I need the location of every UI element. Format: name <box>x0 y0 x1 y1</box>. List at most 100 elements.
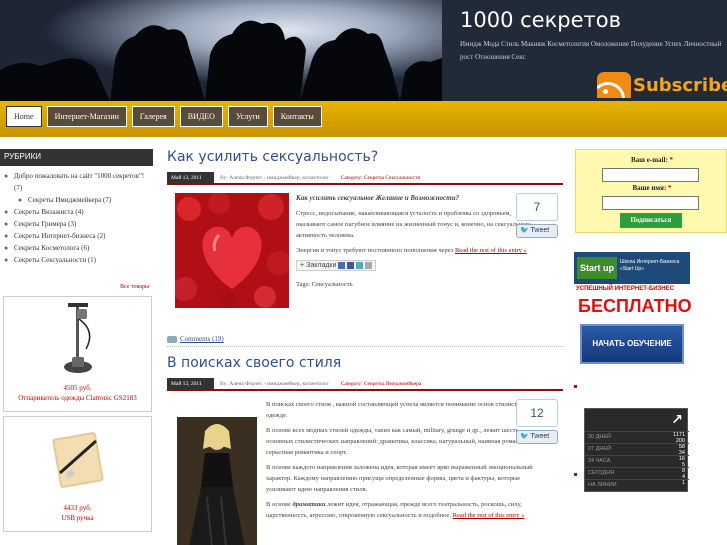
counter-row: 07 ДНЕЙ 58 34 <box>585 443 689 455</box>
post-emphasis: драматики <box>292 501 326 508</box>
nav-home[interactable]: Home <box>6 106 42 127</box>
post-title[interactable]: В поисках своего стиля <box>167 355 563 377</box>
divider <box>167 346 563 347</box>
bird-icon: 🐦 <box>520 227 529 234</box>
post-paragraph: Стресс, недосыпание, накапливающаяся уст… <box>296 210 531 239</box>
tweet-label: Tweet <box>530 433 550 440</box>
banner-header: Start up Школа Интернет-Бизнеса «Start U… <box>574 252 690 284</box>
category-link[interactable]: Добро пожаловать на сайт "1000 секретов"… <box>4 170 153 194</box>
counter-label: 07 ДНЕЙ <box>588 446 611 452</box>
visitor-counter-widget[interactable]: ↗ 30 ДНЕЙ 1171 200 07 ДНЕЙ 58 34 24 ЧАСА… <box>584 408 689 492</box>
read-more-link[interactable]: Read the rest of this entry » <box>453 512 525 519</box>
name-label: Ваше имя: * <box>576 184 727 192</box>
plus-icon: + <box>300 262 305 269</box>
post-paragraph: В поисках своего стиля , важной составля… <box>266 401 532 419</box>
post-paragraph: В основе всех модных стилей одежды, таки… <box>266 427 533 456</box>
startup-school-banner[interactable]: Start up Школа Интернет-Бизнеса «Start U… <box>574 252 692 366</box>
twitter-icon <box>356 262 364 269</box>
subscribe-submit-button[interactable]: Подписаться <box>620 213 682 228</box>
required-mark: * <box>669 156 674 164</box>
tweet-count: 12 <box>516 399 558 427</box>
vk-icon <box>338 262 346 269</box>
subscribe-form: Ваш e-mail: * Ваше имя: * Подписаться <box>575 149 727 233</box>
post-excerpt: Как усилить сексуальное Желание и Возмож… <box>296 193 532 290</box>
counter-label: НА ЛИНИИ <box>588 482 617 488</box>
comment-icon <box>167 335 177 343</box>
site-title[interactable]: 1000 секретов <box>460 8 621 32</box>
product-card[interactable]: 4433 руб. USB ручка <box>3 416 152 532</box>
email-label: Ваш e-mail: * <box>576 156 727 164</box>
post-date: Май 12, 2011 <box>167 378 214 390</box>
category-link[interactable]: Секреты Визажиста (4) <box>4 206 153 218</box>
tweet-count: 7 <box>516 193 558 221</box>
facebook-icon <box>347 262 355 269</box>
nav-contacts[interactable]: Контакты <box>272 106 322 127</box>
share-box: 12 🐦 Tweet <box>516 399 558 444</box>
required-mark: * <box>668 184 672 192</box>
name-field[interactable] <box>602 196 699 210</box>
left-sidebar: РУБРИКИ Добро пожаловать на сайт "1000 с… <box>0 149 153 536</box>
comments-link[interactable]: Comments (19) <box>167 335 224 343</box>
post-category[interactable]: Category: Секреты Сексуальности <box>341 175 421 181</box>
bookmark-button[interactable]: + Закладки <box>296 260 377 271</box>
heart-blood-cells-image <box>175 193 289 308</box>
post-paragraph-text: Энергия и тонус требуют постоянного попо… <box>296 247 454 254</box>
post-excerpt: В поисках своего стиля , важной составля… <box>266 399 536 525</box>
main-content: Как усилить сексуальность? Май 13, 2011 … <box>167 149 563 545</box>
categories-list: Добро пожаловать на сайт "1000 секретов"… <box>0 166 153 266</box>
startup-logo: Start up <box>577 257 617 279</box>
product-card[interactable]: 4505 руб. Отпариватель одежды Clatronic … <box>3 296 152 412</box>
counter-label: СЕГОДНЯ <box>588 470 615 476</box>
read-more-link[interactable]: Read the rest of this entry » <box>455 247 527 254</box>
banner-tagline: УСПЕШНЫЙ ИНТЕРНЕТ-БИЗНЕС <box>576 286 674 292</box>
product-name[interactable]: USB ручка <box>4 513 151 523</box>
page: 1000 секретов Имидж Мода Стиль Макияж Ко… <box>0 0 727 545</box>
subscribe-rss-button[interactable]: Subscribe <box>597 72 727 98</box>
tweet-button[interactable]: 🐦 Tweet <box>516 430 558 444</box>
category-link[interactable]: Секреты Сексуальности (1) <box>4 254 153 266</box>
post-tags[interactable]: Tags: Сексуальность <box>296 279 532 290</box>
counter-row: 30 ДНЕЙ 1171 200 <box>585 431 689 443</box>
fashion-model-image <box>177 417 257 545</box>
post-paragraph: В основе каждого направления заложена ид… <box>266 464 533 493</box>
nav-shop[interactable]: Интернет-Магазин <box>46 106 127 127</box>
product-price: 4505 руб. <box>63 384 92 392</box>
categories-heading: РУБРИКИ <box>0 149 153 166</box>
post-paragraph: Энергия и тонус требуют постоянного попо… <box>296 245 532 256</box>
site-description: Имидж Мода Стиль Макияж Косметология Омо… <box>460 40 722 61</box>
site-header: 1000 секретов Имидж Мода Стиль Макияж Ко… <box>0 0 727 101</box>
post-author: By: Алена Фортес - имиджмейкер, косметол… <box>220 381 329 387</box>
all-goods-link[interactable]: Все товары <box>0 266 153 296</box>
email-field[interactable] <box>602 168 699 182</box>
email-label-text: Ваш e-mail: <box>630 156 668 164</box>
category-link[interactable]: Секреты Интернет-бизнеса (2) <box>4 230 153 242</box>
banner-free-text: БЕСПЛАТНО <box>578 296 692 316</box>
category-link[interactable]: Секреты Имиджмейкера (7) <box>4 194 153 206</box>
post-category[interactable]: Category: Секреты Имиджмейкера <box>341 381 422 387</box>
counter-row: 24 ЧАСА 16 5 <box>585 455 689 467</box>
nav-video[interactable]: ВИДЕО <box>179 106 223 127</box>
counter-value: 1 <box>681 480 685 486</box>
tweet-label: Tweet <box>530 227 550 234</box>
usb-pen-image <box>51 432 104 488</box>
nav-services[interactable]: Услуги <box>227 106 268 127</box>
category-link[interactable]: Секреты Косметолога (6) <box>4 242 153 254</box>
nav-gallery[interactable]: Галерея <box>131 106 175 127</box>
post-author: By: Алена Фортес - имиджмейкер, косметол… <box>220 175 329 181</box>
post-paragraph: В основе драматики лежит идея, отражающа… <box>266 499 536 521</box>
counter-label: 24 ЧАСА <box>588 458 611 464</box>
product-name[interactable]: Отпариватель одежды Clatronic GS2183 <box>4 393 151 403</box>
bullet-marker <box>574 473 577 476</box>
counter-label: 30 ДНЕЙ <box>588 434 611 440</box>
header-moon-silhouette-image <box>0 0 442 101</box>
subscribe-label: Subscribe <box>633 74 727 96</box>
tweet-button[interactable]: 🐦 Tweet <box>516 224 558 238</box>
share-box: 7 🐦 Tweet <box>516 193 558 238</box>
post-title[interactable]: Как усилить сексуальность? <box>167 149 563 171</box>
rss-icon <box>597 72 631 98</box>
category-link[interactable]: Секреты Гримера (3) <box>4 218 153 230</box>
right-sidebar: Ваш e-mail: * Ваше имя: * Подписаться <box>575 149 727 233</box>
start-learning-button[interactable]: НАЧАТЬ ОБУЧЕНИЕ <box>580 324 684 364</box>
bird-icon: 🐦 <box>520 433 529 440</box>
comments-label: Comments (19) <box>180 335 224 343</box>
